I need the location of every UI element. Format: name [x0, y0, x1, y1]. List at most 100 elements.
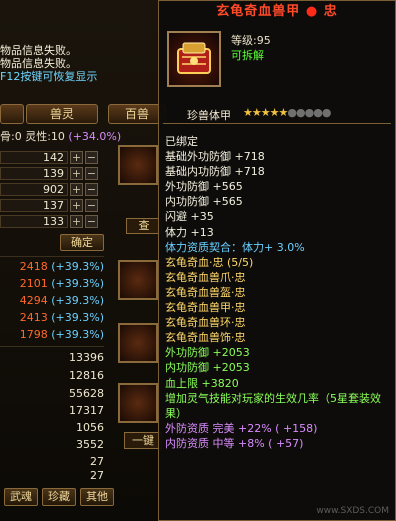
star-rating: ★★★★★●●●●●	[243, 106, 332, 119]
stat-row: 2413 (+39.3%)	[0, 311, 104, 325]
minus-button[interactable]: −	[85, 150, 98, 164]
stat-pct: (+39.3%)	[51, 328, 104, 341]
number-row: 1056	[76, 421, 104, 434]
dismantle-label: 可拆解	[231, 49, 264, 62]
stat-row: 2418 (+39.3%)	[0, 260, 104, 274]
divider	[0, 346, 104, 347]
attribute-line: 外功防御 +565	[165, 180, 243, 194]
attr-value: 139	[0, 166, 68, 180]
query-button[interactable]: 查	[126, 218, 162, 234]
attr-value: 902	[0, 182, 68, 196]
attribute-line: 体力资质契合：体力+ 3.0%	[165, 240, 305, 254]
star-filled-icon: ★	[251, 106, 262, 119]
item-attributes: 已绑定基础外功防御 +718 基础内功防御 +718 外功防御 +565 内功防御 +…	[165, 134, 393, 451]
stat-value: 2418	[19, 260, 48, 273]
attribute-line: 基础内功防御 +718	[165, 165, 265, 179]
system-messages: 物品信息失败。 物品信息失败。 F12按键可恢复显示	[0, 44, 160, 83]
plus-button[interactable]: +	[70, 166, 83, 180]
number-row: 3552	[76, 438, 104, 451]
title-dot: ●	[305, 4, 319, 19]
one-key-button[interactable]: 一键	[124, 432, 162, 449]
star-filled-icon: ★	[243, 106, 253, 119]
tab-wuhun[interactable]: 武魂	[4, 488, 38, 506]
stat-value: 1798	[19, 328, 48, 341]
attribute-line: 增加灵气技能对玩家的生效几率（5星套装效果）	[165, 391, 381, 420]
star-empty-icon: ●	[304, 106, 315, 119]
attr-stepper: 902 + −	[0, 182, 104, 196]
tab-shouling[interactable]: 兽灵	[26, 104, 98, 124]
star-filled-icon: ★	[269, 106, 280, 119]
stat-row: 2101 (+39.3%)	[0, 277, 104, 291]
stat-value: 4294	[19, 294, 48, 307]
equip-slot[interactable]	[118, 145, 158, 185]
number-row: 13396	[69, 351, 104, 364]
divider	[0, 256, 104, 257]
stat-pct: (+39.3%)	[51, 294, 104, 307]
stat-value: 2101	[19, 277, 48, 290]
stat-pct: (+39.3%)	[51, 277, 104, 290]
watermark-text: www.SXDS.COM	[316, 506, 389, 516]
stat-value: 2413	[19, 311, 48, 324]
tab-partial[interactable]	[0, 104, 24, 124]
star-empty-icon: ●	[287, 106, 297, 119]
lingxing-value: 灵性:10	[25, 130, 65, 143]
equip-slot[interactable]	[118, 260, 158, 300]
item-title: 玄龟奇血兽甲 ● 忠	[159, 1, 395, 23]
attribute-line: 玄龟奇血兽饰·忠	[165, 331, 246, 345]
attr-stepper: 137 + −	[0, 198, 104, 212]
attribute-line: 已绑定	[165, 135, 198, 148]
plus-button[interactable]: +	[70, 214, 83, 228]
stat-pct: (+39.3%)	[51, 260, 104, 273]
confirm-button[interactable]: 确定	[60, 234, 104, 251]
attribute-line: 体力 +13	[165, 225, 214, 239]
attribute-line: 玄龟奇血兽盔·忠	[165, 285, 246, 299]
number-row: 55628	[69, 387, 104, 400]
tab-zhencang[interactable]: 珍藏	[42, 488, 76, 506]
message-line: 物品信息失败。	[0, 57, 77, 70]
minus-button[interactable]: −	[85, 198, 98, 212]
star-filled-icon: ★	[260, 106, 271, 119]
equip-slot[interactable]	[118, 323, 158, 363]
attr-stepper: 142 + −	[0, 150, 104, 164]
star-empty-icon: ●	[295, 106, 306, 119]
number-row: 17317	[69, 404, 104, 417]
equip-slot[interactable]	[118, 383, 158, 423]
message-line: F12按键可恢复显示	[0, 70, 98, 83]
attribute-line: 基础外功防御 +718	[165, 150, 265, 164]
star-empty-icon: ●	[321, 106, 332, 119]
attribute-line: 玄龟奇血兽爪·忠	[165, 270, 246, 284]
message-line: 物品信息失败。	[0, 44, 77, 57]
stat-pct: (+39.3%)	[51, 311, 104, 324]
attribute-line: 外功防御 +2053	[165, 346, 250, 360]
attribute-line: 外防资质 完美 +22% ( +158)	[165, 421, 318, 435]
attribute-line: 闪避 +35	[165, 210, 214, 224]
number-row: 27	[90, 469, 104, 482]
stat-row: 1798 (+39.3%)	[0, 328, 104, 342]
minus-button[interactable]: −	[85, 182, 98, 196]
equipment-column: 查 一键	[106, 145, 162, 485]
attr-value: 137	[0, 198, 68, 212]
tab-qita[interactable]: 其他	[80, 488, 114, 506]
plus-button[interactable]: +	[70, 198, 83, 212]
attr-stepper: 133 + −	[0, 214, 104, 228]
attribute-line: 血上限 +3820	[165, 376, 239, 390]
item-tooltip: 玄龟奇血兽甲 ● 忠 等级:95 可拆解 珍兽体甲 ★★★★★●●●●● 已绑定…	[158, 0, 396, 521]
plus-button[interactable]: +	[70, 150, 83, 164]
lingxing-pct: (+34.0%)	[68, 130, 122, 143]
plus-button[interactable]: +	[70, 182, 83, 196]
attribute-line: 内防资质 中等 +8% ( +57)	[165, 436, 304, 450]
item-name: 玄龟奇血兽甲	[216, 4, 301, 19]
attr-value: 133	[0, 214, 68, 228]
stat-row: 4294 (+39.3%)	[0, 294, 104, 308]
item-level: 等级:95	[231, 34, 271, 47]
pet-tabs: 兽灵 百兽	[0, 104, 166, 126]
attribute-line: 玄龟奇血兽甲·忠	[165, 301, 246, 315]
minus-button[interactable]: −	[85, 214, 98, 228]
bottom-tabs: 武魂 珍藏 其他	[0, 488, 160, 508]
attribute-line: 内功防御 +2053	[165, 361, 250, 375]
item-suffix: 忠	[323, 4, 338, 19]
armor-icon	[167, 31, 221, 87]
attr-value: 142	[0, 150, 68, 164]
minus-button[interactable]: −	[85, 166, 98, 180]
attribute-line: 玄龟奇血兽环·忠	[165, 316, 246, 330]
